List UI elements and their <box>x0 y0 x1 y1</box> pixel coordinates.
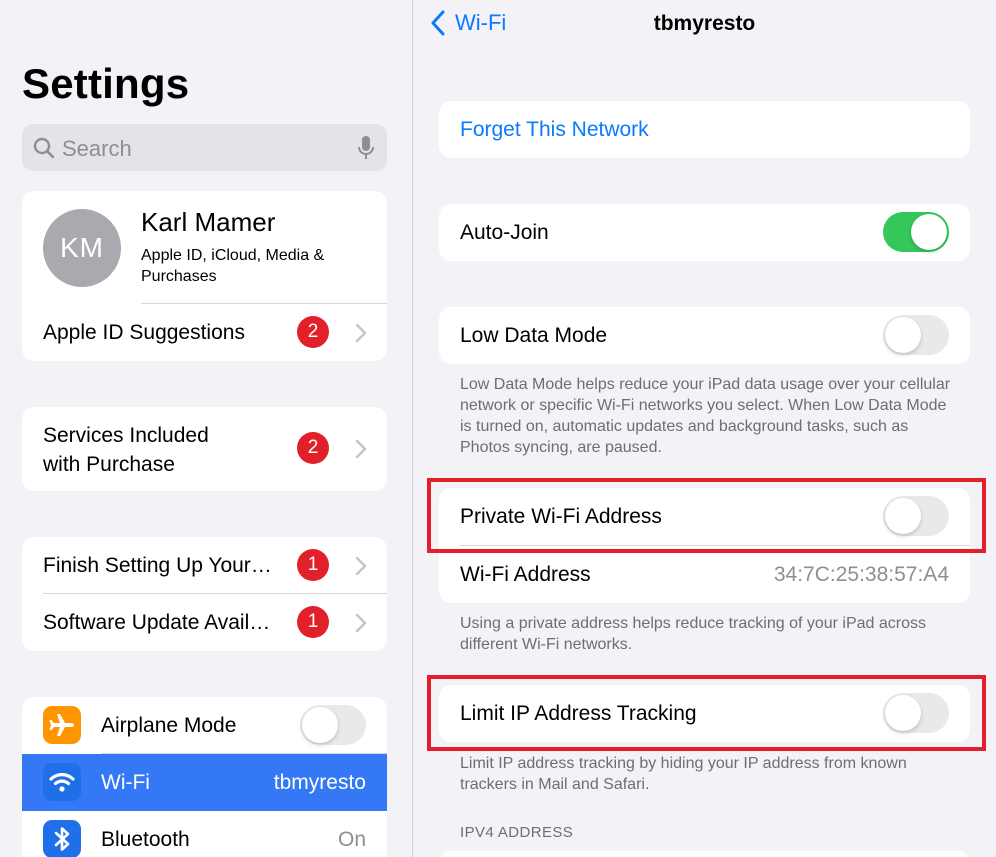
airplane-mode-toggle[interactable] <box>300 705 366 745</box>
finish-setup-label: Finish Setting Up Your… <box>43 554 272 577</box>
auto-join-toggle[interactable] <box>883 212 949 252</box>
chevron-right-icon <box>355 614 367 632</box>
network-detail-pane: Wi-Fi tbmyresto Forget This Network Auto… <box>413 0 996 857</box>
low-data-card: Low Data Mode <box>439 307 970 364</box>
wifi-address-label: Wi-Fi Address <box>460 563 591 586</box>
page-title: tbmyresto <box>653 12 756 35</box>
sidebar-item-wifi[interactable]: Wi-Fi tbmyresto <box>22 754 387 811</box>
low-data-label: Low Data Mode <box>460 324 608 347</box>
bluetooth-label: Bluetooth <box>101 828 190 851</box>
services-row[interactable]: Services Included with Purchase 2 <box>22 407 387 491</box>
sidebar-item-bluetooth[interactable]: Bluetooth On <box>22 811 387 857</box>
auto-join-card: Auto-Join <box>439 204 970 261</box>
bluetooth-value: On <box>337 828 366 851</box>
profile-card: KM Karl Mamer Apple ID, iCloud, Media & … <box>22 191 387 361</box>
airplane-mode-row: Airplane Mode <box>22 697 387 754</box>
profile-name: Karl Mamer <box>141 207 276 237</box>
sidebar-title: Settings <box>22 60 190 107</box>
ipv4-card <box>439 851 970 857</box>
apple-id-suggestions-row[interactable]: Apple ID Suggestions 2 <box>22 304 387 361</box>
search-placeholder: Search <box>62 136 132 161</box>
notification-badge: 1 <box>297 549 329 581</box>
notification-badge: 1 <box>297 606 329 638</box>
apple-id-suggestions-label: Apple ID Suggestions <box>43 321 245 344</box>
airplane-icon <box>43 706 81 744</box>
auto-join-label: Auto-Join <box>460 221 549 244</box>
wifi-address-value: 34:7C:25:38:57:A4 <box>773 563 949 586</box>
chevron-right-icon <box>355 440 367 458</box>
avatar: KM <box>43 209 121 287</box>
services-card: Services Included with Purchase 2 <box>22 407 387 491</box>
highlight-box <box>427 675 986 751</box>
limit-ip-footnote: Limit IP address tracking by hiding your… <box>460 755 907 793</box>
services-label-line1: Services Included <box>43 424 209 447</box>
private-address-footnote: Using a private address helps reduce tra… <box>460 615 927 653</box>
highlight-box <box>427 478 986 553</box>
software-update-row[interactable]: Software Update Avail… 1 <box>22 594 387 651</box>
notification-badge: 2 <box>297 432 329 464</box>
services-label-line2: with Purchase <box>43 453 175 476</box>
search-icon <box>33 137 55 159</box>
microphone-icon[interactable] <box>357 135 375 161</box>
wifi-value: tbmyresto <box>273 771 366 794</box>
notification-badge: 2 <box>297 316 329 348</box>
settings-sidebar: Settings Search KM Karl Mamer Apple ID, … <box>0 0 412 857</box>
software-update-label: Software Update Avail… <box>43 611 271 634</box>
wifi-label: Wi-Fi <box>101 771 150 794</box>
search-field[interactable]: Search <box>22 124 387 171</box>
chevron-right-icon <box>355 324 367 342</box>
profile-subtitle: Apple ID, iCloud, Media & Purchases <box>141 247 325 285</box>
updates-card: Finish Setting Up Your… 1 Software Updat… <box>22 537 387 651</box>
finish-setup-row[interactable]: Finish Setting Up Your… 1 <box>22 537 387 594</box>
airplane-mode-label: Airplane Mode <box>101 714 237 737</box>
chevron-right-icon <box>355 557 367 575</box>
low-data-footnote: Low Data Mode helps reduce your iPad dat… <box>460 376 951 456</box>
forget-network-card: Forget This Network <box>439 101 970 158</box>
wifi-icon <box>43 763 81 801</box>
ipv4-section-header: IPV4 ADDRESS <box>460 824 574 841</box>
low-data-toggle[interactable] <box>883 315 949 355</box>
profile-row[interactable]: KM Karl Mamer Apple ID, iCloud, Media & … <box>22 191 387 303</box>
bluetooth-icon <box>43 820 81 857</box>
forget-network-button[interactable]: Forget This Network <box>460 118 649 142</box>
